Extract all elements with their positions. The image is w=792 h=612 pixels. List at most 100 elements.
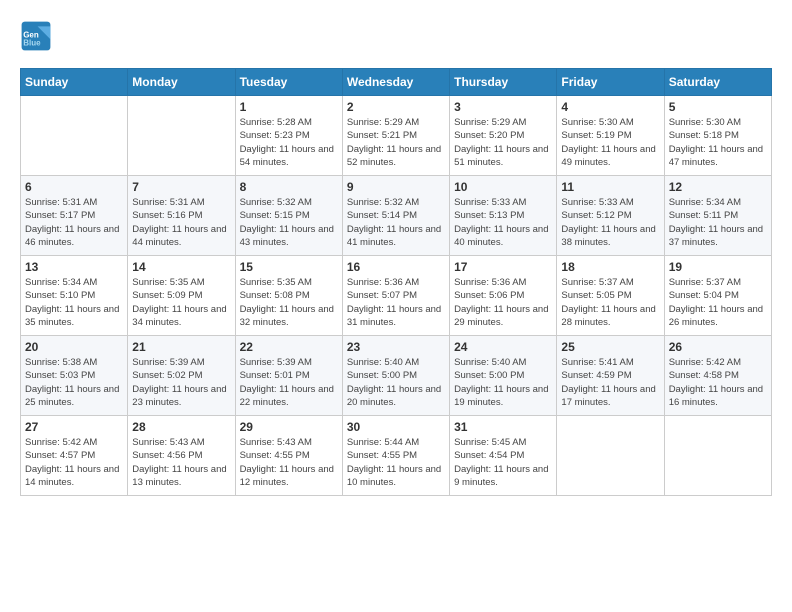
- day-info: Sunrise: 5:40 AM Sunset: 5:00 PM Dayligh…: [347, 356, 445, 409]
- day-number: 18: [561, 260, 659, 274]
- calendar-cell: 23 Sunrise: 5:40 AM Sunset: 5:00 PM Dayli…: [342, 336, 449, 416]
- day-number: 8: [240, 180, 338, 194]
- day-info: Sunrise: 5:35 AM Sunset: 5:08 PM Dayligh…: [240, 276, 338, 329]
- calendar-cell: 15 Sunrise: 5:35 AM Sunset: 5:08 PM Dayli…: [235, 256, 342, 336]
- day-info: Sunrise: 5:45 AM Sunset: 4:54 PM Dayligh…: [454, 436, 552, 489]
- week-row-2: 6 Sunrise: 5:31 AM Sunset: 5:17 PM Daylig…: [21, 176, 772, 256]
- day-number: 22: [240, 340, 338, 354]
- day-number: 10: [454, 180, 552, 194]
- day-info: Sunrise: 5:28 AM Sunset: 5:23 PM Dayligh…: [240, 116, 338, 169]
- day-number: 5: [669, 100, 767, 114]
- day-info: Sunrise: 5:33 AM Sunset: 5:12 PM Dayligh…: [561, 196, 659, 249]
- day-number: 3: [454, 100, 552, 114]
- calendar-cell: 14 Sunrise: 5:35 AM Sunset: 5:09 PM Dayli…: [128, 256, 235, 336]
- calendar-cell: 2 Sunrise: 5:29 AM Sunset: 5:21 PM Daylig…: [342, 96, 449, 176]
- page-header: Gen Blue: [20, 20, 772, 52]
- day-info: Sunrise: 5:33 AM Sunset: 5:13 PM Dayligh…: [454, 196, 552, 249]
- calendar-cell: 10 Sunrise: 5:33 AM Sunset: 5:13 PM Dayli…: [450, 176, 557, 256]
- weekday-header-tuesday: Tuesday: [235, 69, 342, 96]
- day-number: 15: [240, 260, 338, 274]
- day-info: Sunrise: 5:31 AM Sunset: 5:16 PM Dayligh…: [132, 196, 230, 249]
- calendar-cell: 21Sunrise: 5:39 AM Sunset: 5:02 PM Dayli…: [128, 336, 235, 416]
- calendar-cell: 27Sunrise: 5:42 AM Sunset: 4:57 PM Dayli…: [21, 416, 128, 496]
- calendar-cell: 8 Sunrise: 5:32 AM Sunset: 5:15 PM Daylig…: [235, 176, 342, 256]
- calendar-table: SundayMondayTuesdayWednesdayThursdayFrid…: [20, 68, 772, 496]
- day-number: 12: [669, 180, 767, 194]
- weekday-header-wednesday: Wednesday: [342, 69, 449, 96]
- week-row-1: 1 Sunrise: 5:28 AM Sunset: 5:23 PM Daylig…: [21, 96, 772, 176]
- calendar-cell: 1 Sunrise: 5:28 AM Sunset: 5:23 PM Daylig…: [235, 96, 342, 176]
- calendar-cell: 6 Sunrise: 5:31 AM Sunset: 5:17 PM Daylig…: [21, 176, 128, 256]
- day-number: 17: [454, 260, 552, 274]
- day-number: 2: [347, 100, 445, 114]
- calendar-cell: 9 Sunrise: 5:32 AM Sunset: 5:14 PM Daylig…: [342, 176, 449, 256]
- day-number: 30: [347, 420, 445, 434]
- day-info: Sunrise: 5:37 AM Sunset: 5:05 PM Dayligh…: [561, 276, 659, 329]
- day-number: 16: [347, 260, 445, 274]
- calendar-cell: 25Sunrise: 5:41 AM Sunset: 4:59 PM Dayli…: [557, 336, 664, 416]
- logo-icon: Gen Blue: [20, 20, 52, 52]
- calendar-cell: [664, 416, 771, 496]
- day-info: Sunrise: 5:39 AM Sunset: 5:01 PM Dayligh…: [240, 356, 338, 409]
- logo: Gen Blue: [20, 20, 56, 52]
- calendar-cell: [21, 96, 128, 176]
- calendar-cell: 17 Sunrise: 5:36 AM Sunset: 5:06 PM Dayli…: [450, 256, 557, 336]
- weekday-header-row: SundayMondayTuesdayWednesdayThursdayFrid…: [21, 69, 772, 96]
- day-number: 4: [561, 100, 659, 114]
- day-number: 1: [240, 100, 338, 114]
- day-info: Sunrise: 5:38 AM Sunset: 5:03 PM Dayligh…: [25, 356, 123, 409]
- calendar-cell: 26Sunrise: 5:42 AM Sunset: 4:58 PM Dayli…: [664, 336, 771, 416]
- day-info: Sunrise: 5:35 AM Sunset: 5:09 PM Dayligh…: [132, 276, 230, 329]
- calendar-cell: 13 Sunrise: 5:34 AM Sunset: 5:10 PM Dayli…: [21, 256, 128, 336]
- calendar-cell: 4 Sunrise: 5:30 AM Sunset: 5:19 PM Daylig…: [557, 96, 664, 176]
- day-info: Sunrise: 5:31 AM Sunset: 5:17 PM Dayligh…: [25, 196, 123, 249]
- day-number: 25: [561, 340, 659, 354]
- calendar-cell: 7 Sunrise: 5:31 AM Sunset: 5:16 PM Daylig…: [128, 176, 235, 256]
- day-number: 13: [25, 260, 123, 274]
- calendar-cell: [557, 416, 664, 496]
- day-info: Sunrise: 5:32 AM Sunset: 5:15 PM Dayligh…: [240, 196, 338, 249]
- day-number: 11: [561, 180, 659, 194]
- day-info: Sunrise: 5:43 AM Sunset: 4:56 PM Dayligh…: [132, 436, 230, 489]
- day-number: 27: [25, 420, 123, 434]
- calendar-cell: 22 Sunrise: 5:39 AM Sunset: 5:01 PM Dayli…: [235, 336, 342, 416]
- day-number: 31: [454, 420, 552, 434]
- calendar-cell: [128, 96, 235, 176]
- day-number: 21: [132, 340, 230, 354]
- day-info: Sunrise: 5:44 AM Sunset: 4:55 PM Dayligh…: [347, 436, 445, 489]
- day-number: 28: [132, 420, 230, 434]
- svg-text:Blue: Blue: [23, 39, 41, 48]
- day-info: Sunrise: 5:34 AM Sunset: 5:11 PM Dayligh…: [669, 196, 767, 249]
- day-number: 7: [132, 180, 230, 194]
- day-info: Sunrise: 5:36 AM Sunset: 5:06 PM Dayligh…: [454, 276, 552, 329]
- calendar-cell: 12 Sunrise: 5:34 AM Sunset: 5:11 PM Dayli…: [664, 176, 771, 256]
- day-number: 19: [669, 260, 767, 274]
- weekday-header-saturday: Saturday: [664, 69, 771, 96]
- day-info: Sunrise: 5:42 AM Sunset: 4:58 PM Dayligh…: [669, 356, 767, 409]
- day-info: Sunrise: 5:34 AM Sunset: 5:10 PM Dayligh…: [25, 276, 123, 329]
- weekday-header-monday: Monday: [128, 69, 235, 96]
- weekday-header-thursday: Thursday: [450, 69, 557, 96]
- day-info: Sunrise: 5:37 AM Sunset: 5:04 PM Dayligh…: [669, 276, 767, 329]
- day-number: 14: [132, 260, 230, 274]
- calendar-cell: 30 Sunrise: 5:44 AM Sunset: 4:55 PM Dayli…: [342, 416, 449, 496]
- week-row-4: 20Sunrise: 5:38 AM Sunset: 5:03 PM Dayli…: [21, 336, 772, 416]
- day-info: Sunrise: 5:30 AM Sunset: 5:19 PM Dayligh…: [561, 116, 659, 169]
- calendar-cell: 5Sunrise: 5:30 AM Sunset: 5:18 PM Daylig…: [664, 96, 771, 176]
- day-info: Sunrise: 5:29 AM Sunset: 5:20 PM Dayligh…: [454, 116, 552, 169]
- calendar-cell: 19 Sunrise: 5:37 AM Sunset: 5:04 PM Dayli…: [664, 256, 771, 336]
- week-row-3: 13 Sunrise: 5:34 AM Sunset: 5:10 PM Dayli…: [21, 256, 772, 336]
- calendar-cell: 20Sunrise: 5:38 AM Sunset: 5:03 PM Dayli…: [21, 336, 128, 416]
- calendar-cell: 29Sunrise: 5:43 AM Sunset: 4:55 PM Dayli…: [235, 416, 342, 496]
- weekday-header-friday: Friday: [557, 69, 664, 96]
- calendar-cell: 28 Sunrise: 5:43 AM Sunset: 4:56 PM Dayli…: [128, 416, 235, 496]
- day-info: Sunrise: 5:32 AM Sunset: 5:14 PM Dayligh…: [347, 196, 445, 249]
- day-info: Sunrise: 5:43 AM Sunset: 4:55 PM Dayligh…: [240, 436, 338, 489]
- day-number: 6: [25, 180, 123, 194]
- day-number: 23: [347, 340, 445, 354]
- day-info: Sunrise: 5:29 AM Sunset: 5:21 PM Dayligh…: [347, 116, 445, 169]
- calendar-cell: 3 Sunrise: 5:29 AM Sunset: 5:20 PM Daylig…: [450, 96, 557, 176]
- day-number: 9: [347, 180, 445, 194]
- calendar-cell: 18 Sunrise: 5:37 AM Sunset: 5:05 PM Dayli…: [557, 256, 664, 336]
- day-info: Sunrise: 5:40 AM Sunset: 5:00 PM Dayligh…: [454, 356, 552, 409]
